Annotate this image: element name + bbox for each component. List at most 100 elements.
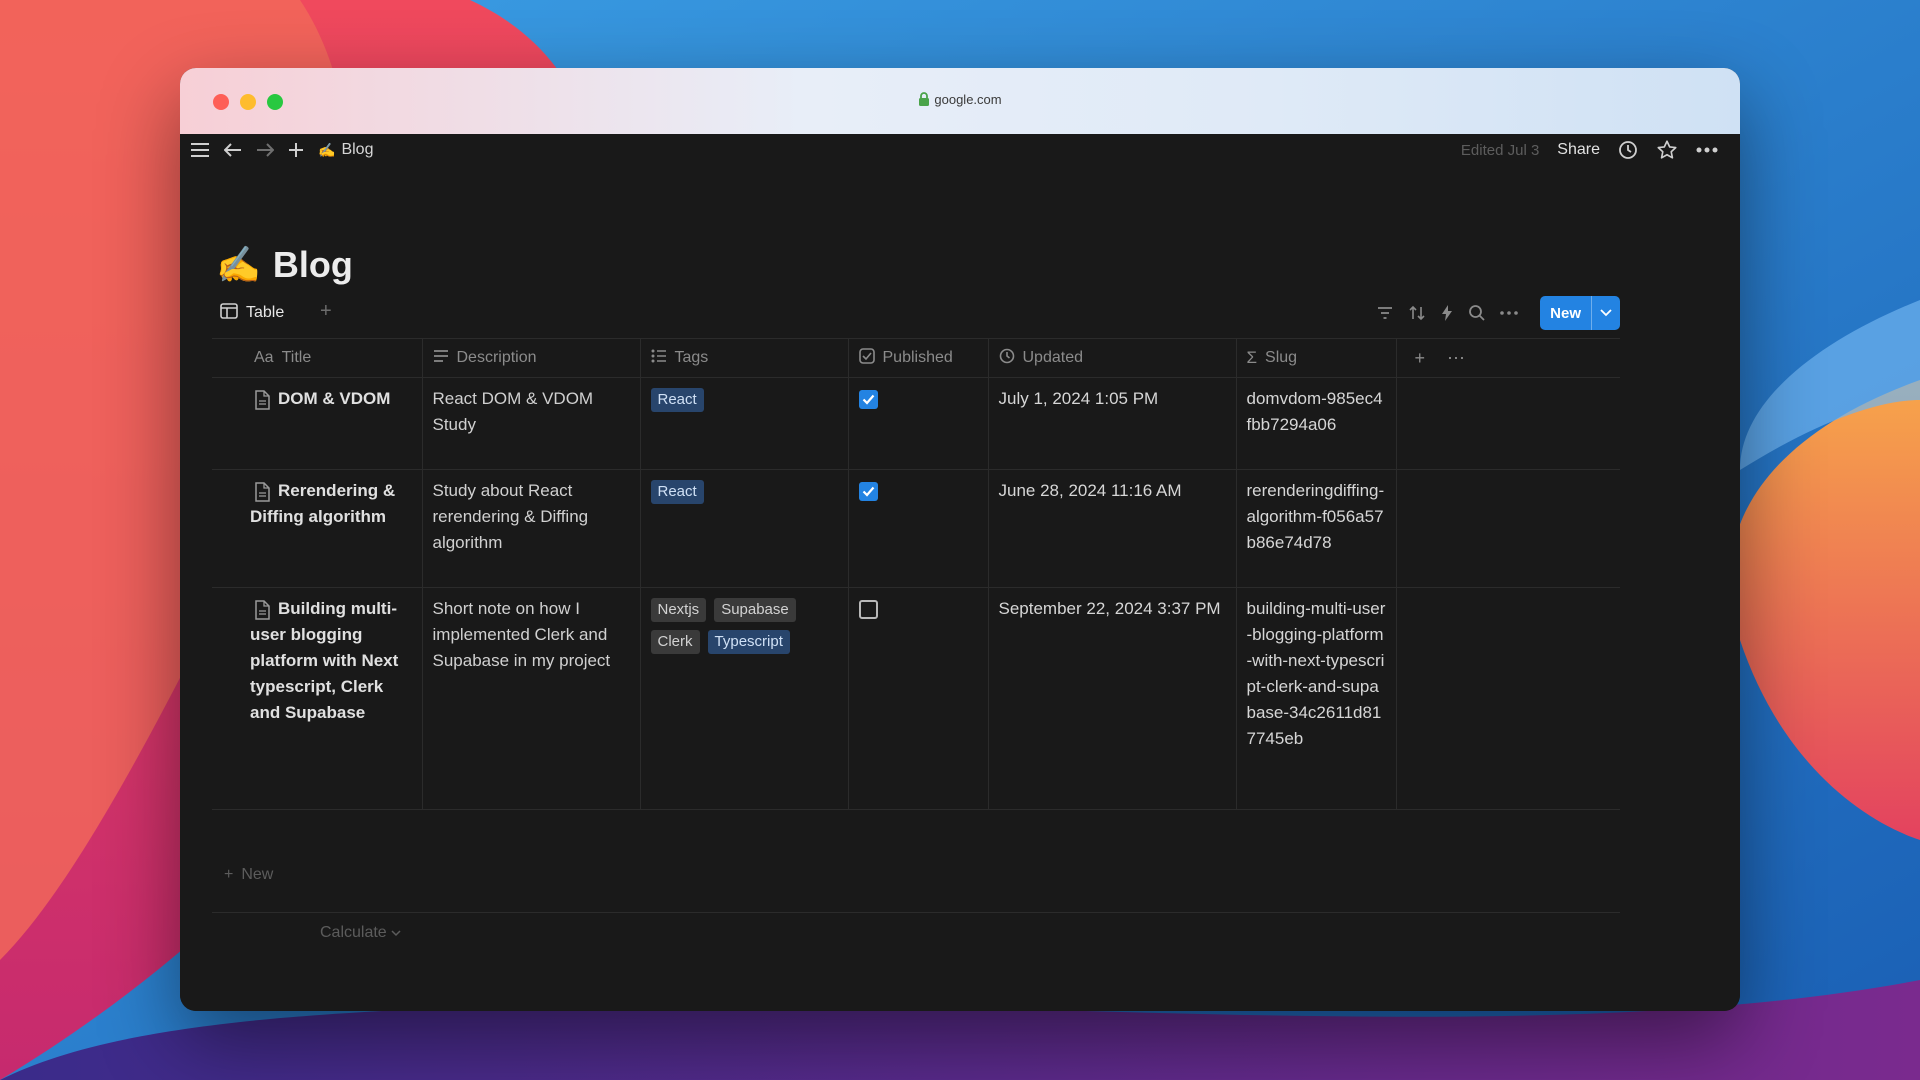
tags-cell[interactable]: React [640, 377, 849, 470]
breadcrumb[interactable]: ✍️ Blog [318, 141, 373, 159]
tags-cell[interactable]: Nextjs Supabase Clerk Typescript [640, 587, 849, 810]
tags-cell[interactable]: React [640, 469, 849, 588]
document-icon [254, 600, 270, 628]
forward-arrow-icon[interactable] [256, 143, 274, 157]
view-more-icon[interactable] [1500, 311, 1518, 315]
description-cell[interactable]: React DOM & VDOM Study [422, 377, 641, 470]
description-cell[interactable]: Short note on how I implemented Clerk an… [422, 587, 641, 810]
formula-sigma-icon: Σ [1246, 348, 1258, 367]
row-slug: rerenderingdiffing-algorithm-f056a57b86e… [1246, 481, 1385, 552]
row-description: Short note on how I implemented Clerk an… [432, 599, 611, 670]
plus-icon[interactable] [288, 142, 304, 158]
row-title: Building multi-user blogging platform wi… [250, 599, 399, 722]
column-label: Description [456, 349, 537, 366]
chevron-down-icon[interactable] [1591, 296, 1620, 330]
table-row[interactable]: DOM & VDOM React DOM & VDOM Study React … [212, 377, 1620, 470]
description-cell[interactable]: Study about React rerendering & Diffing … [422, 469, 641, 588]
calculate-dropdown[interactable]: Calculate [320, 924, 401, 942]
database-table: Aa Title Description Tags Published Upda… [212, 338, 1620, 810]
address-bar[interactable]: google.com [180, 92, 1740, 109]
published-checkbox[interactable] [858, 482, 878, 501]
row-title: DOM & VDOM [278, 389, 391, 408]
checkmark-icon [862, 394, 874, 405]
column-label: Title [281, 349, 312, 366]
slug-cell[interactable]: rerenderingdiffing-algorithm-f056a57b86e… [1236, 469, 1397, 588]
breadcrumb-label: Blog [341, 141, 374, 158]
column-more-icon[interactable]: ⋯ [1447, 348, 1465, 369]
row-description: Study about React rerendering & Diffing … [432, 481, 589, 552]
column-header-updated[interactable]: Updated [988, 338, 1237, 378]
row-slug: building-multi-user-blogging-platform-wi… [1246, 599, 1386, 748]
automation-bolt-icon[interactable] [1440, 304, 1454, 322]
tag-chip: Supabase [714, 598, 796, 622]
page-title-text[interactable]: Blog [273, 244, 353, 286]
tag-chip: React [650, 480, 704, 504]
published-cell[interactable] [848, 469, 989, 588]
table-row[interactable]: Rerendering & Diffing algorithm Study ab… [212, 469, 1620, 588]
updated-cell[interactable]: September 22, 2024 3:37 PM [988, 587, 1237, 810]
app-topbar: ✍️ Blog Edited Jul 3 Share [180, 134, 1740, 166]
title-cell[interactable]: DOM & VDOM [212, 377, 423, 470]
title-cell[interactable]: Rerendering & Diffing algorithm [212, 469, 423, 588]
browser-window: google.com ✍️ Blog Edited Jul 3 Share ✍️… [180, 68, 1740, 1011]
published-cell[interactable] [848, 587, 989, 810]
table-header-row: Aa Title Description Tags Published Upda… [212, 338, 1620, 378]
share-button[interactable]: Share [1557, 141, 1600, 159]
slug-cell[interactable]: building-multi-user-blogging-platform-wi… [1236, 587, 1397, 810]
column-label: Slug [1265, 349, 1298, 366]
table-row[interactable]: Building multi-user blogging platform wi… [212, 587, 1620, 810]
add-view-plus-icon[interactable]: + [320, 300, 332, 323]
add-property-plus-icon[interactable]: + [1415, 348, 1426, 369]
edited-timestamp: Edited Jul 3 [1460, 141, 1540, 159]
column-header-description[interactable]: Description [422, 338, 641, 378]
page-title: ✍️ Blog [216, 244, 353, 286]
lines-icon [433, 349, 449, 368]
filter-icon[interactable] [1376, 305, 1394, 321]
tag-chip: Typescript [707, 630, 790, 654]
tag-chip: React [650, 388, 704, 412]
slug-cell[interactable]: domvdom-985ec4fbb7294a06 [1236, 377, 1397, 470]
new-button-label[interactable]: New [1540, 296, 1591, 330]
row-description: React DOM & VDOM Study [432, 389, 594, 434]
column-header-title[interactable]: Aa Title [212, 338, 423, 378]
checkbox-type-icon [858, 347, 875, 369]
published-checkbox[interactable] [858, 390, 878, 409]
favorite-star-icon[interactable] [1656, 139, 1678, 161]
more-options-icon[interactable] [1696, 147, 1718, 153]
search-icon[interactable] [1468, 304, 1486, 322]
list-icon [651, 349, 667, 368]
calculate-label: Calculate [320, 924, 387, 941]
back-arrow-icon[interactable] [224, 143, 242, 157]
empty-cell [1396, 587, 1620, 810]
published-checkbox[interactable] [858, 600, 878, 619]
sort-icon[interactable] [1408, 305, 1426, 321]
history-clock-icon[interactable] [1618, 140, 1638, 160]
published-cell[interactable] [848, 377, 989, 470]
divider [212, 912, 1620, 913]
add-new-row-button[interactable]: + New [224, 866, 273, 884]
browser-titlebar: google.com [180, 68, 1740, 134]
column-label: Published [882, 349, 953, 366]
notion-app: ✍️ Blog Edited Jul 3 Share ✍️ Blog Table… [180, 134, 1740, 1011]
row-updated: September 22, 2024 3:37 PM [998, 599, 1221, 618]
column-header-published[interactable]: Published [848, 338, 989, 378]
page-emoji-icon: ✍️ [318, 141, 336, 158]
row-slug: domvdom-985ec4fbb7294a06 [1246, 389, 1383, 434]
empty-cell [1396, 377, 1620, 470]
page-icon[interactable]: ✍️ [216, 247, 261, 283]
column-header-tags[interactable]: Tags [640, 338, 849, 378]
updated-cell[interactable]: July 1, 2024 1:05 PM [988, 377, 1237, 470]
updated-cell[interactable]: June 28, 2024 11:16 AM [988, 469, 1237, 588]
title-cell[interactable]: Building multi-user blogging platform wi… [212, 587, 423, 810]
lock-icon [918, 92, 930, 109]
add-row-label: New [241, 866, 274, 883]
row-title: Rerendering & Diffing algorithm [250, 481, 396, 526]
menu-icon[interactable] [190, 142, 210, 158]
database-view-bar: Table + New [220, 296, 1620, 330]
column-header-slug[interactable]: Σ Slug [1236, 338, 1397, 378]
column-label: Tags [674, 349, 709, 366]
column-label: Updated [1022, 349, 1084, 366]
new-record-button[interactable]: New [1540, 296, 1620, 330]
text-type-icon: Aa [254, 349, 274, 366]
tab-table-view[interactable]: Table [220, 296, 284, 330]
